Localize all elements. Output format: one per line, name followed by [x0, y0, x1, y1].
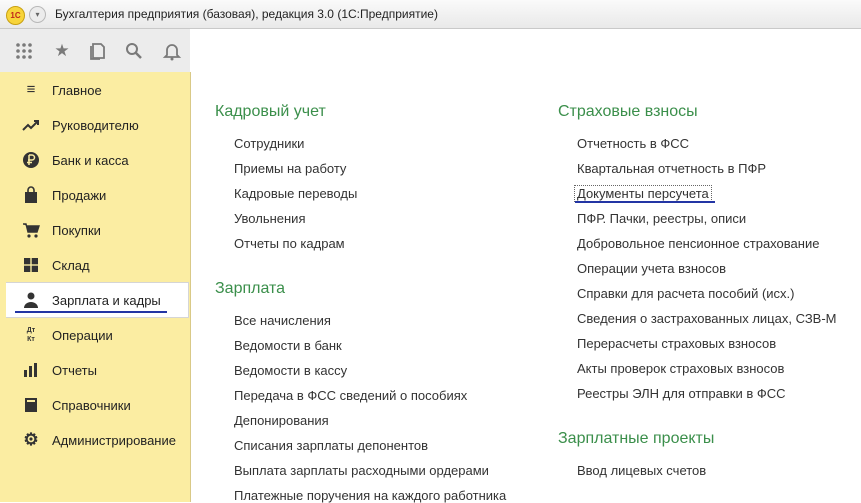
link-cash-order-payments[interactable]: Выплата зарплаты расходными ордерами — [234, 463, 489, 478]
sidebar-item-reports[interactable]: Отчеты — [6, 353, 189, 387]
sidebar-item-director[interactable]: Руководителю — [6, 108, 189, 142]
sidebar-item-warehouse[interactable]: Склад — [6, 248, 189, 282]
link-dismissals[interactable]: Увольнения — [234, 211, 305, 226]
book-icon — [25, 398, 37, 412]
link-benefit-certificates[interactable]: Справки для расчета пособий (исх.) — [577, 286, 794, 301]
bar-chart-icon — [24, 363, 37, 377]
sidebar-item-catalogs[interactable]: Справочники — [6, 388, 189, 422]
menu-lines-icon: ≡ — [26, 81, 36, 98]
warehouse-icon — [24, 258, 38, 272]
sidebar-item-sales[interactable]: Продажи — [6, 178, 189, 212]
sidebar-item-label: Справочники — [52, 398, 131, 413]
link-transfers[interactable]: Кадровые переводы — [234, 186, 357, 201]
sidebar-item-operations[interactable]: Дт Кт Операции — [6, 318, 189, 352]
section-title-hr: Кадровый учет — [215, 103, 326, 120]
dt-kt-icon: Дт Кт — [26, 327, 36, 343]
link-personal-accounting-docs[interactable]: Документы персучета — [574, 185, 712, 202]
gear-icon: ⚙ — [23, 430, 39, 449]
main-panel: Кадровый учет Сотрудники Приемы на работ… — [191, 29, 861, 503]
app-logo-icon[interactable]: 1С — [6, 6, 25, 25]
section-title-salary: Зарплата — [215, 280, 286, 297]
link-personal-accounts-input[interactable]: Ввод лицевых счетов — [577, 463, 706, 478]
main-menu-button[interactable]: ▾ — [29, 6, 46, 23]
link-hr-reports[interactable]: Отчеты по кадрам — [234, 236, 345, 251]
sidebar-item-admin[interactable]: ⚙ Администрирование — [6, 423, 189, 457]
history-icon[interactable] — [88, 41, 108, 61]
search-icon[interactable] — [124, 41, 144, 61]
sidebar-item-label: Главное — [52, 83, 102, 98]
ruble-icon — [23, 152, 39, 168]
link-inspection-acts[interactable]: Акты проверок страховых взносов — [577, 361, 784, 376]
sidebar-item-label: Администрирование — [52, 433, 176, 448]
link-hirings[interactable]: Приемы на работу — [234, 161, 346, 176]
link-voluntary-pension[interactable]: Добровольное пенсионное страхование — [577, 236, 819, 251]
bell-icon[interactable] — [162, 41, 182, 61]
link-cash-statements[interactable]: Ведомости в кассу — [234, 363, 347, 378]
sidebar-item-label: Зарплата и кадры — [52, 293, 161, 308]
star-icon[interactable]: ★ — [52, 41, 72, 61]
sidebar-item-label: Банк и касса — [52, 153, 129, 168]
title-bar: 1С ▾ Бухгалтерия предприятия (базовая), … — [0, 0, 861, 29]
sidebar-item-label: Руководителю — [52, 118, 139, 133]
sidebar-item-main[interactable]: ≡ Главное — [6, 73, 189, 107]
person-icon — [24, 292, 38, 308]
link-recalculations[interactable]: Перерасчеты страховых взносов — [577, 336, 776, 351]
active-item-underline — [15, 311, 167, 313]
link-depositor-writeoffs[interactable]: Списания зарплаты депонентов — [234, 438, 428, 453]
sidebar-item-label: Операции — [52, 328, 113, 343]
link-fss-reports[interactable]: Отчетность в ФСС — [577, 136, 689, 151]
link-eln-registers[interactable]: Реестры ЭЛН для отправки в ФСС — [577, 386, 786, 401]
cart-icon — [23, 223, 40, 238]
sidebar-item-label: Склад — [52, 258, 90, 273]
bag-icon — [25, 186, 37, 203]
link-all-accruals[interactable]: Все начисления — [234, 313, 331, 328]
link-szv-m[interactable]: Сведения о застрахованных лицах, СЗВ-М — [577, 311, 837, 326]
link-pfr-quarterly[interactable]: Квартальная отчетность в ПФР — [577, 161, 766, 176]
link-contribution-operations[interactable]: Операции учета взносов — [577, 261, 726, 276]
link-pfr-packs[interactable]: ПФР. Пачки, реестры, описи — [577, 211, 746, 226]
section-title-insurance: Страховые взносы — [558, 103, 698, 120]
link-bank-statements[interactable]: Ведомости в банк — [234, 338, 342, 353]
focused-link-underline — [575, 201, 715, 203]
link-deposits[interactable]: Депонирования — [234, 413, 329, 428]
sidebar-item-label: Продажи — [52, 188, 107, 203]
trend-icon — [22, 120, 39, 131]
link-payment-orders[interactable]: Платежные поручения на каждого работника — [234, 488, 506, 503]
link-employees[interactable]: Сотрудники — [234, 136, 304, 151]
sidebar: ≡ Главное Руководителю Банк и касса Прод… — [0, 72, 191, 502]
window-title: Бухгалтерия предприятия (базовая), редак… — [55, 7, 438, 21]
link-fss-benefits[interactable]: Передача в ФСС сведений о пособиях — [234, 388, 467, 403]
sidebar-item-label: Отчеты — [52, 363, 97, 378]
section-title-salary-projects: Зарплатные проекты — [558, 430, 715, 447]
toolbar: ★ — [0, 29, 190, 73]
apps-grid-icon[interactable] — [14, 41, 34, 61]
sidebar-item-label: Покупки — [52, 223, 101, 238]
sidebar-item-purchases[interactable]: Покупки — [6, 213, 189, 247]
sidebar-item-bank[interactable]: Банк и касса — [6, 143, 189, 177]
